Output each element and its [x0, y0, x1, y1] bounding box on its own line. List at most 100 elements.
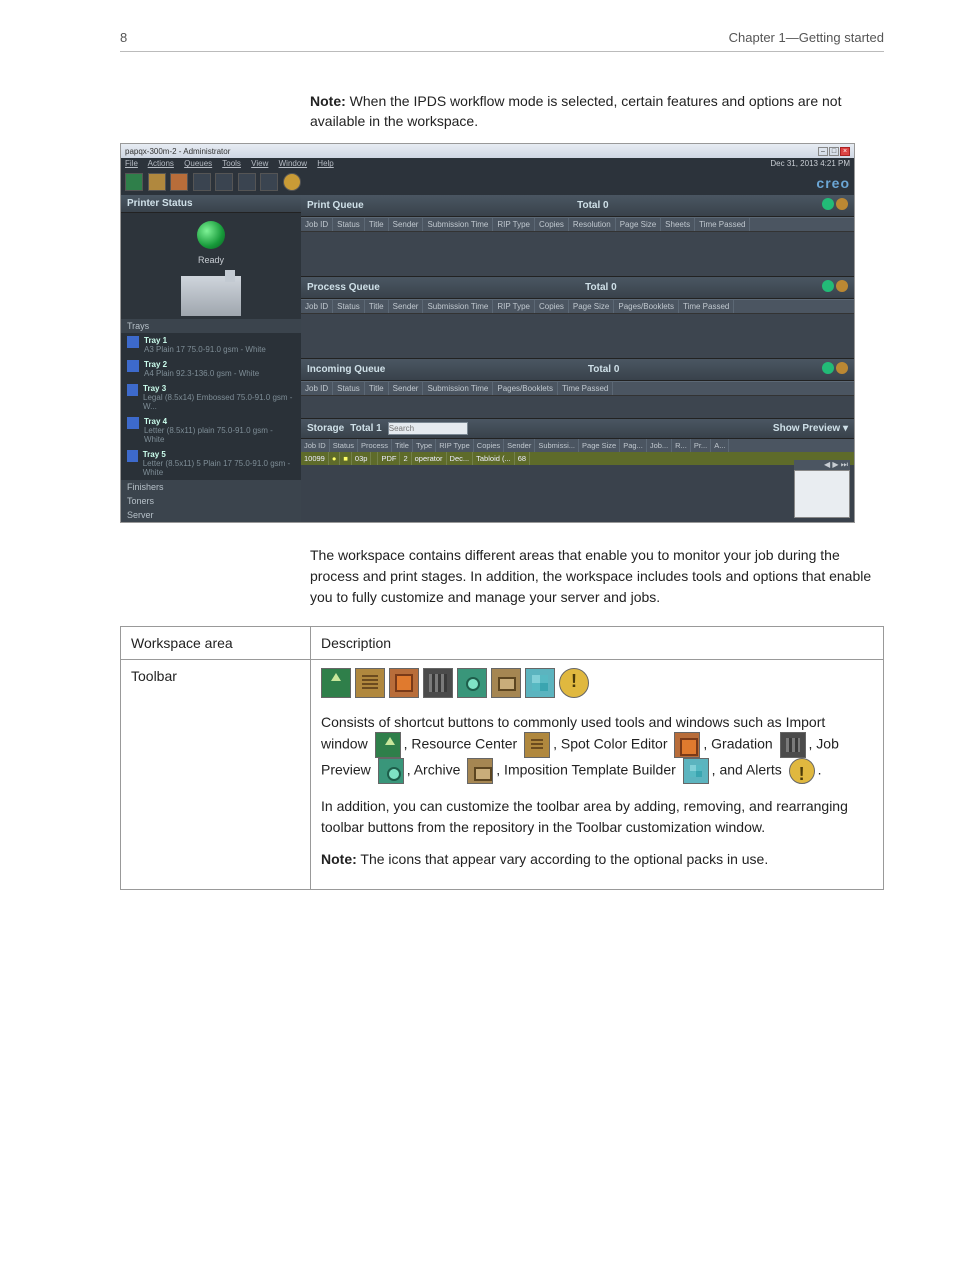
imposition-icon [683, 758, 709, 784]
archive-icon[interactable] [238, 173, 256, 191]
alerts-icon[interactable] [283, 173, 301, 191]
table-header-area: Workspace area [121, 627, 311, 660]
table-header-desc: Description [311, 627, 884, 660]
toolbar-illustration [321, 668, 589, 698]
tray-icon [127, 384, 138, 396]
page-header: 8 Chapter 1—Getting started [120, 30, 884, 52]
imposition-icon[interactable] [260, 173, 278, 191]
description-table: Workspace area Description Toolbar Consi… [120, 626, 884, 890]
preview-thumbnail [794, 470, 850, 518]
printer-image [121, 273, 301, 319]
menu-tools[interactable]: Tools [222, 159, 241, 168]
stop-icon[interactable] [836, 362, 848, 374]
workspace-screenshot: papqx-300m-2 - Administrator –□× File Ac… [120, 143, 855, 523]
process-queue-columns: Job IDStatusTitleSenderSubmission TimeRI… [301, 299, 854, 314]
app-toolbar: creo [121, 171, 854, 195]
workspace-area-cell: Toolbar [121, 660, 311, 890]
job-preview-icon [457, 668, 487, 698]
job-preview-icon[interactable] [215, 173, 233, 191]
play-icon[interactable] [822, 362, 834, 374]
tray-item[interactable]: Tray 3Legal (8.5x14) Embossed 75.0-91.0 … [121, 381, 301, 414]
gradation-icon [780, 732, 806, 758]
gradation-icon [423, 668, 453, 698]
menu-bar: File Actions Queues Tools View Window He… [121, 158, 854, 171]
window-titlebar: papqx-300m-2 - Administrator –□× [121, 144, 854, 158]
job-preview-icon [378, 758, 404, 784]
import-icon [321, 668, 351, 698]
note-block: Note: When the IPDS workflow mode is sel… [310, 92, 884, 131]
tray-icon [127, 336, 139, 348]
tray-icon [127, 360, 139, 372]
note-label: Note: [310, 93, 346, 109]
menu-view[interactable]: View [251, 159, 268, 168]
trays-header[interactable]: Trays [121, 319, 301, 333]
preview-pane: ◀ ▶ ⏭ [794, 460, 850, 518]
process-queue-body [301, 314, 854, 358]
minimize-icon[interactable]: – [818, 147, 828, 156]
brand-logo: creo [816, 175, 850, 191]
server-header[interactable]: Server [121, 508, 301, 522]
archive-icon [467, 758, 493, 784]
archive-icon [491, 668, 521, 698]
tray-item[interactable]: Tray 1A3 Plain 17 75.0-91.0 gsm - White [121, 333, 301, 357]
tray-icon [127, 450, 138, 462]
process-queue-header: Process Queue Total 0 [301, 277, 854, 299]
print-queue-header: Print Queue Total 0 [301, 195, 854, 217]
preview-nav[interactable]: ◀ ▶ ⏭ [794, 460, 850, 470]
resource-center-icon [355, 668, 385, 698]
import-icon[interactable] [125, 173, 143, 191]
body-paragraph: The workspace contains different areas t… [310, 545, 884, 608]
play-icon[interactable] [822, 280, 834, 292]
toners-header[interactable]: Toners [121, 494, 301, 508]
page-number: 8 [120, 30, 127, 45]
incoming-queue-header: Incoming Queue Total 0 [301, 359, 854, 381]
toolbar-note: Note: The icons that appear vary accordi… [321, 849, 873, 869]
incoming-queue-columns: Job IDStatusTitleSenderSubmission TimePa… [301, 381, 854, 396]
spot-color-icon[interactable] [170, 173, 188, 191]
storage-header: Storage Total 1 Show Preview ▾ [301, 419, 854, 439]
status-orb-icon [197, 221, 225, 249]
menu-actions[interactable]: Actions [148, 159, 174, 168]
play-icon[interactable] [822, 198, 834, 210]
description-cell: Consists of shortcut buttons to commonly… [311, 660, 884, 890]
finishers-header[interactable]: Finishers [121, 480, 301, 494]
chapter-title: Chapter 1—Getting started [729, 30, 884, 45]
storage-columns: Job IDStatusProcessTitleTypeRIP TypeCopi… [301, 439, 854, 452]
menu-help[interactable]: Help [317, 159, 333, 168]
printer-icon [181, 276, 241, 316]
storage-row[interactable]: 10099●■03pPDF2operatorDec...Tabloid (...… [301, 452, 854, 465]
window-title: papqx-300m-2 - Administrator [125, 147, 230, 156]
alerts-icon [559, 668, 589, 698]
tray-icon [127, 417, 139, 429]
import-icon [375, 732, 401, 758]
print-queue-body [301, 232, 854, 276]
gradation-icon[interactable] [193, 173, 211, 191]
toolbar-customization-text: In addition, you can customize the toolb… [321, 796, 873, 837]
search-input[interactable] [388, 422, 468, 435]
printer-status-text: Ready [198, 255, 224, 265]
tray-list: Tray 1A3 Plain 17 75.0-91.0 gsm - White … [121, 333, 301, 480]
header-datetime: Dec 31, 2013 4:21 PM [770, 159, 850, 170]
resource-center-icon[interactable] [148, 173, 166, 191]
alerts-icon [789, 758, 815, 784]
spot-color-icon [674, 732, 700, 758]
incoming-queue-body [301, 396, 854, 418]
printer-status-panel: Ready [121, 213, 301, 273]
menu-queues[interactable]: Queues [184, 159, 212, 168]
print-queue-columns: Job IDStatusTitleSenderSubmission TimeRI… [301, 217, 854, 232]
tray-item[interactable]: Tray 4Letter (8.5x11) plain 75.0-91.0 gs… [121, 414, 301, 447]
window-buttons: –□× [817, 146, 850, 156]
menu-window[interactable]: Window [279, 159, 307, 168]
resource-center-icon [524, 732, 550, 758]
stop-icon[interactable] [836, 198, 848, 210]
menu-file[interactable]: File [125, 159, 138, 168]
maximize-icon[interactable]: □ [829, 147, 839, 156]
close-icon[interactable]: × [840, 147, 850, 156]
note-text: When the IPDS workflow mode is selected,… [310, 93, 841, 129]
spot-color-icon [389, 668, 419, 698]
imposition-icon [525, 668, 555, 698]
stop-icon[interactable] [836, 280, 848, 292]
tray-item[interactable]: Tray 2A4 Plain 92.3-136.0 gsm - White [121, 357, 301, 381]
printer-status-header: Printer Status [121, 195, 301, 213]
tray-item[interactable]: Tray 5Letter (8.5x11) 5 Plain 17 75.0-91… [121, 447, 301, 480]
